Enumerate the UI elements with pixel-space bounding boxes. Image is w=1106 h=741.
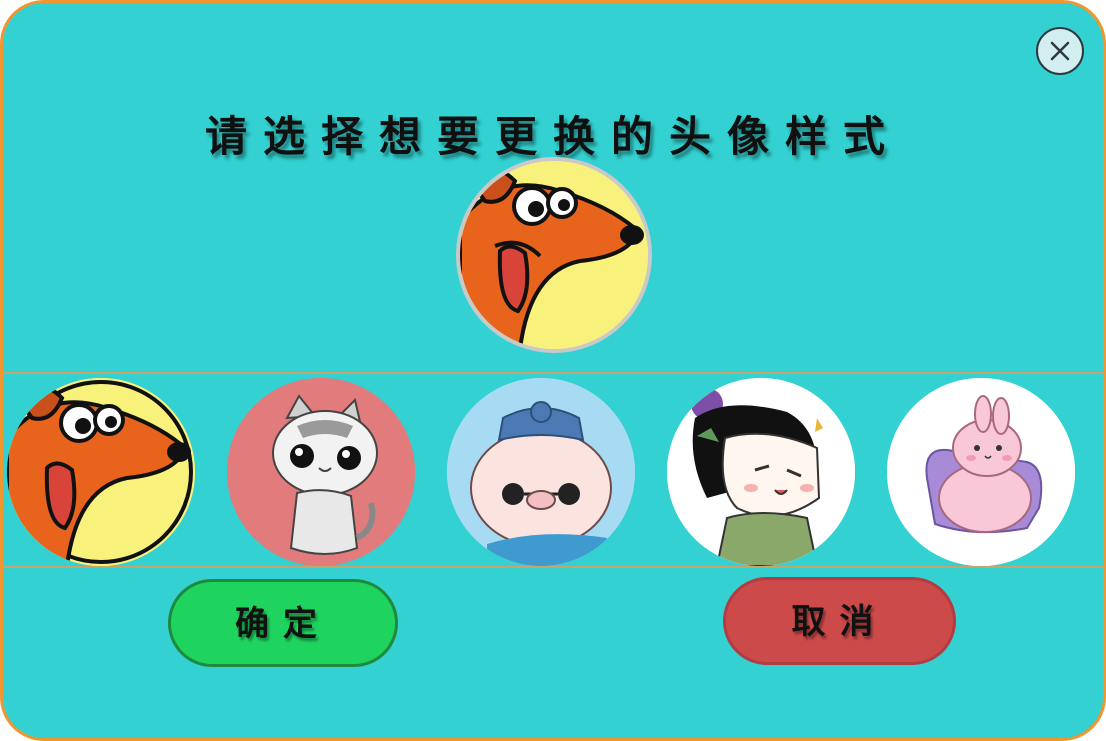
dialog-title: 请选择想要更换的头像样式 (204, 112, 901, 161)
avatar-option-dog[interactable] (7, 378, 195, 566)
rabbit-avatar-icon (887, 378, 1075, 566)
cancel-button[interactable]: 取消 (723, 577, 956, 665)
pig-avatar-icon (447, 378, 635, 566)
current-avatar-preview (456, 157, 652, 353)
avatar-options-strip (3, 372, 1103, 568)
dog-avatar-icon (7, 378, 195, 566)
avatar-option-pig[interactable] (447, 378, 635, 566)
girl-avatar-icon (667, 378, 855, 566)
close-icon (1050, 41, 1070, 61)
cat-avatar-icon (227, 378, 415, 566)
close-button[interactable] (1036, 27, 1084, 75)
avatar-option-cat[interactable] (227, 378, 415, 566)
confirm-button[interactable]: 确定 (168, 579, 398, 667)
dog-avatar-icon (460, 161, 648, 349)
avatar-option-girl[interactable] (667, 378, 855, 566)
avatar-picker-dialog: 请选择想要更换的头像样式 确定 取消 (0, 0, 1106, 741)
avatar-option-rabbit[interactable] (887, 378, 1075, 566)
